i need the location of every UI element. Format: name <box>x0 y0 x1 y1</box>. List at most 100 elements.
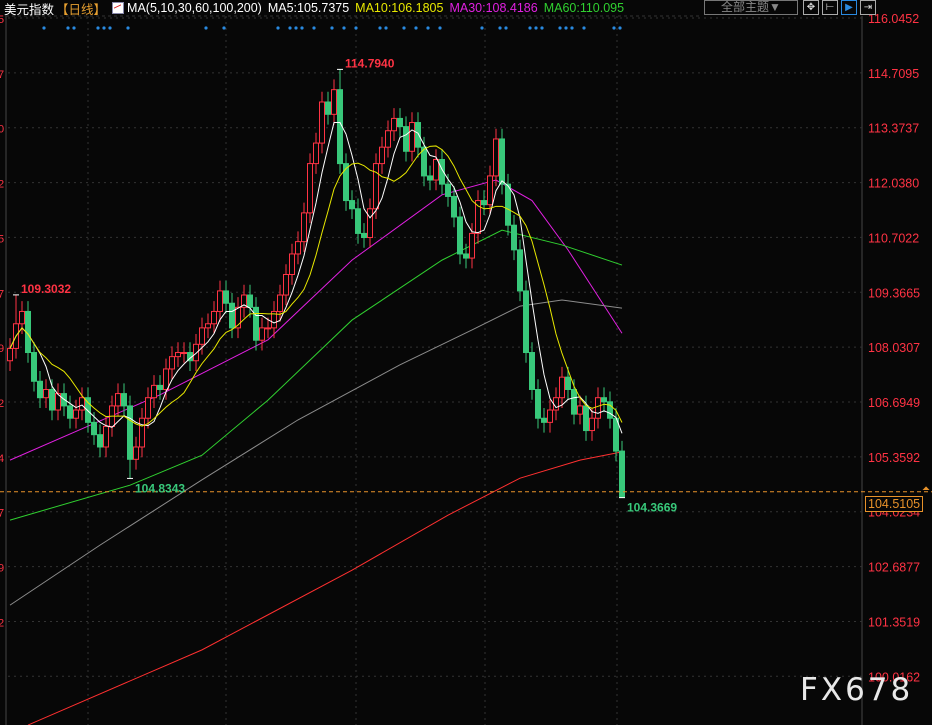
candle-body <box>265 327 271 330</box>
candle <box>391 108 397 142</box>
range-icon[interactable]: ⊢ <box>822 0 838 15</box>
candle <box>235 297 241 339</box>
candle-body <box>127 405 133 460</box>
event-marker <box>534 26 538 30</box>
ma-indicator-icon[interactable] <box>112 2 125 14</box>
candle-body <box>7 347 13 362</box>
candle-body <box>607 401 613 419</box>
candle <box>565 366 571 400</box>
candle-body <box>445 183 451 197</box>
exit-icon[interactable]: ⇥ <box>860 0 876 15</box>
candle-body <box>331 89 337 115</box>
candle-body <box>601 397 607 403</box>
candle-body <box>163 368 169 390</box>
candle-body <box>199 327 205 345</box>
event-marker <box>414 26 418 30</box>
candle-body <box>85 397 91 423</box>
candle-body <box>577 405 583 415</box>
high-annotation: 109.3032 <box>21 282 71 296</box>
event-marker <box>504 26 508 30</box>
event-marker <box>618 26 622 30</box>
candle-body <box>505 183 511 226</box>
high-annotation: 114.7940 <box>345 56 395 70</box>
candle-body <box>427 175 433 181</box>
y-tick-label: 109.3665 <box>868 286 920 300</box>
event-marker <box>42 26 46 30</box>
candle-body <box>553 397 559 411</box>
candle-body <box>361 232 367 239</box>
candle <box>343 153 349 211</box>
candle <box>223 280 229 314</box>
event-marker <box>66 26 70 30</box>
candlestick-chart[interactable]: 116.04525114.70957113.37370112.03802110.… <box>0 0 932 725</box>
left-tick-fragment: 4 <box>0 453 4 465</box>
event-marker <box>204 26 208 30</box>
event-marker <box>276 26 280 30</box>
theme-dropdown[interactable]: 全部主题▼ <box>704 0 798 15</box>
ma-params[interactable]: MA(5,10,30,60,100,200) <box>127 1 262 15</box>
event-marker <box>300 26 304 30</box>
candle-body <box>91 421 97 436</box>
candle-body <box>49 388 55 411</box>
candle-body <box>31 352 37 382</box>
candle <box>289 243 295 285</box>
candle-body <box>403 126 409 152</box>
candle <box>403 116 409 162</box>
candle <box>259 317 265 351</box>
candle-body <box>589 417 595 432</box>
candle <box>589 407 595 441</box>
y-tick-label: 112.0380 <box>868 177 919 191</box>
candle <box>349 190 355 220</box>
candle-body <box>247 294 253 308</box>
candle <box>427 165 433 191</box>
period-label[interactable]: 【日线】 <box>56 0 106 18</box>
candle-body <box>511 224 517 251</box>
y-tick-label: 101.3519 <box>868 615 920 629</box>
ma200-line <box>27 451 623 725</box>
event-marker <box>426 26 430 30</box>
candle <box>325 91 331 125</box>
candle-body <box>559 376 565 399</box>
y-tick-label: 102.6877 <box>868 561 920 575</box>
low-annotation: 104.8343 <box>135 481 185 495</box>
current-price-tag: 104.5105 <box>865 496 924 512</box>
event-marker <box>480 26 484 30</box>
candle <box>193 334 199 372</box>
event-marker <box>102 26 106 30</box>
candle <box>283 264 289 306</box>
candle-body <box>181 352 187 355</box>
ma60-value: MA60:110.095 <box>543 1 625 15</box>
candle <box>307 153 313 224</box>
candle-body <box>139 417 145 448</box>
candle-body <box>499 138 505 185</box>
candle-body <box>541 417 547 423</box>
candle <box>181 342 187 363</box>
crosshair-icon[interactable]: ✥ <box>803 0 819 15</box>
candle-body <box>313 142 319 165</box>
candle <box>169 346 175 380</box>
left-tick-fragment: 7 <box>0 69 4 81</box>
y-tick-label: 108.0307 <box>868 341 920 355</box>
candle <box>361 223 367 248</box>
candle <box>139 407 145 458</box>
candle <box>301 202 307 252</box>
candle-body <box>157 384 163 390</box>
play-icon[interactable]: ▶ <box>841 0 857 15</box>
candle-body <box>175 352 181 358</box>
candle <box>331 79 337 125</box>
y-tick-label: 105.3592 <box>868 451 920 465</box>
candle <box>295 231 301 265</box>
candle-body <box>19 310 25 325</box>
event-marker <box>378 26 382 30</box>
candle-body <box>133 446 139 460</box>
candle <box>493 128 499 187</box>
candle-body <box>115 393 121 407</box>
candle-body <box>211 310 217 325</box>
event-marker <box>498 26 502 30</box>
candle <box>151 375 157 408</box>
candle <box>523 280 529 363</box>
candle-body <box>289 253 295 275</box>
left-tick-fragment: 9 <box>0 343 4 355</box>
candle-body <box>205 323 211 329</box>
candle-body <box>391 117 397 132</box>
